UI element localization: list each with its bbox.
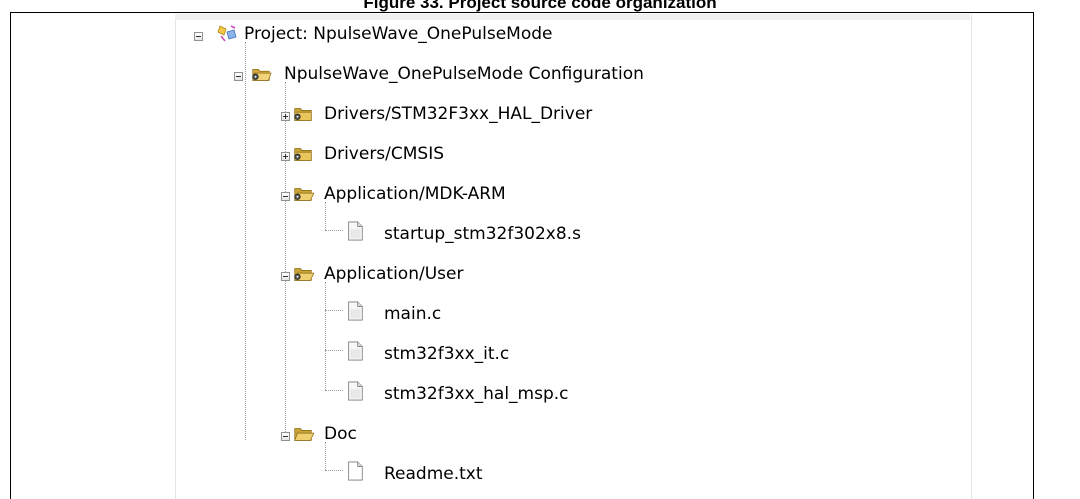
tree-node-configuration[interactable]: NpulseWave_OnePulseMode Configuration [230, 60, 830, 94]
tree-node-file[interactable]: startup_stm32f302x8.s [340, 220, 840, 254]
folder-icon [294, 108, 312, 121]
tree-node-file[interactable]: stm32f3xx_hal_msp.c [340, 380, 840, 414]
file-icon [348, 341, 363, 361]
folder-open-icon [294, 428, 314, 441]
file-icon [348, 301, 363, 321]
tree-node-file[interactable]: Readme.txt [340, 460, 840, 494]
file-label: stm32f3xx_hal_msp.c [384, 384, 569, 404]
collapse-toggle[interactable] [234, 72, 243, 81]
file-label: stm32f3xx_it.c [384, 344, 510, 364]
file-icon [348, 221, 363, 241]
file-label: Readme.txt [384, 464, 483, 484]
collapse-toggle[interactable] [281, 192, 290, 201]
collapse-toggle[interactable] [281, 272, 290, 281]
collapse-toggle[interactable] [194, 32, 203, 41]
target-options-icon [252, 69, 272, 81]
file-label: startup_stm32f302x8.s [384, 224, 581, 244]
tree-node-group[interactable]: Drivers/CMSIS [270, 140, 870, 174]
tree-node-group[interactable]: Doc [270, 420, 870, 454]
file-icon [348, 461, 363, 481]
group-label: Drivers/STM32F3xx_HAL_Driver [324, 104, 593, 124]
tree-node-group[interactable]: Application/MDK-ARM [270, 180, 870, 214]
configuration-label: NpulseWave_OnePulseMode Configuration [284, 64, 644, 84]
group-label: Drivers/CMSIS [324, 144, 445, 164]
collapse-toggle[interactable] [281, 432, 290, 441]
tree-node-file[interactable]: main.c [340, 300, 840, 334]
tree-node-project[interactable]: Project: NpulseWave_OnePulseMode [190, 20, 790, 54]
expand-toggle[interactable] [281, 152, 290, 161]
tree-line [245, 42, 246, 440]
expand-toggle[interactable] [281, 112, 290, 121]
file-icon [348, 381, 363, 401]
file-label: main.c [384, 304, 442, 324]
tree-node-group[interactable]: Application/User [270, 260, 870, 294]
folder-open-icon [294, 188, 314, 201]
project-label: Project: NpulseWave_OnePulseMode [244, 24, 553, 44]
group-label: Doc [324, 424, 357, 444]
tree-node-file[interactable]: stm32f3xx_it.c [340, 340, 840, 374]
project-icon [217, 25, 237, 42]
tree-line [325, 282, 326, 390]
folder-open-icon [294, 268, 314, 281]
group-label: Application/User [324, 264, 464, 284]
tree-node-group[interactable]: Drivers/STM32F3xx_HAL_Driver [270, 100, 870, 134]
folder-icon [294, 148, 312, 161]
group-label: Application/MDK-ARM [324, 184, 506, 204]
